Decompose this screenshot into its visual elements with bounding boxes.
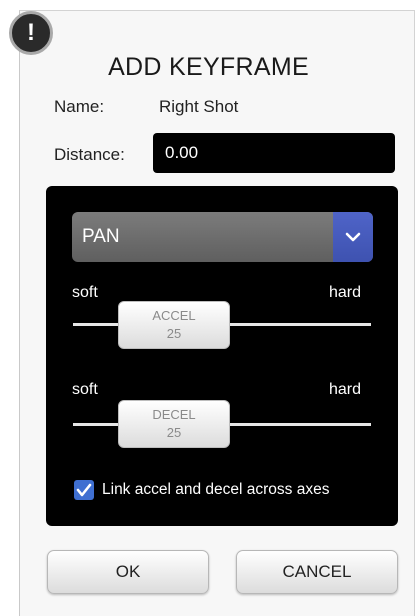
link-axes-checkbox[interactable] — [74, 480, 94, 500]
decel-slider-thumb[interactable]: DECEL 25 — [118, 400, 230, 448]
dialog-title: ADD KEYFRAME — [108, 53, 309, 81]
name-label: Name: — [54, 97, 105, 116]
accel-soft-label: soft — [72, 284, 98, 301]
decel-thumb-value: 25 — [166, 425, 182, 440]
accel-thumb-label: ACCEL — [152, 308, 196, 323]
name-value: Right Shot — [159, 97, 239, 116]
dropdown-toggle-button[interactable] — [333, 212, 373, 262]
accel-slider-thumb[interactable]: ACCEL 25 — [118, 301, 230, 349]
alert-glyph: ! — [27, 19, 35, 46]
accel-thumb-value: 25 — [166, 326, 182, 341]
decel-hard-label: hard — [329, 381, 362, 398]
exclamation-icon: ! — [9, 11, 53, 55]
chevron-down-icon — [345, 232, 361, 242]
screen: ! ADD KEYFRAME Name: Right Shot Distance… — [0, 0, 417, 616]
decel-thumb-label: DECEL — [152, 407, 196, 422]
checkmark-icon — [76, 483, 92, 497]
distance-label: Distance: — [54, 145, 125, 164]
ok-button[interactable]: OK — [47, 550, 209, 594]
distance-field[interactable]: 0.00 — [153, 133, 395, 173]
accel-hard-label: hard — [329, 284, 362, 301]
axis-dropdown[interactable]: PAN — [72, 212, 373, 262]
cancel-button[interactable]: CANCEL — [236, 550, 398, 594]
link-axes-label: Link accel and decel across axes — [102, 481, 330, 498]
axis-dropdown-value: PAN — [82, 226, 120, 247]
decel-soft-label: soft — [72, 381, 98, 398]
